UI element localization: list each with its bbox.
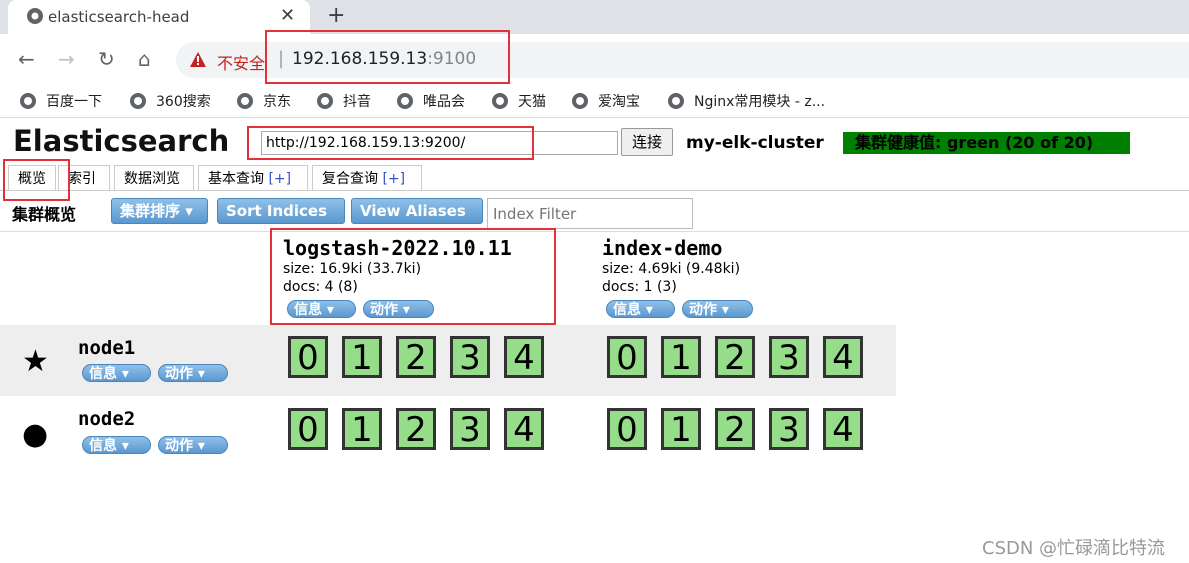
shard-box[interactable]: 2: [715, 336, 755, 378]
highlight-url-box: [265, 30, 510, 84]
shard-box[interactable]: 4: [823, 336, 863, 378]
cluster-name: my-elk-cluster: [686, 133, 824, 153]
shard-box[interactable]: 3: [769, 408, 809, 450]
shard-box[interactable]: 1: [342, 336, 382, 378]
index-info-button[interactable]: 信息 ▾: [606, 300, 675, 318]
bookmark-item[interactable]: 360搜索: [130, 91, 211, 111]
tab-divider: [0, 190, 1189, 191]
shard-box[interactable]: 3: [450, 408, 490, 450]
divider: [0, 231, 1189, 232]
node-name: node1: [78, 337, 136, 359]
divider: [0, 117, 1189, 118]
new-tab-icon[interactable]: +: [327, 3, 345, 28]
back-icon[interactable]: ←: [18, 47, 35, 71]
tab-compound-query[interactable]: 复合查询 [+]: [312, 165, 422, 191]
view-aliases-button[interactable]: View Aliases ▾: [351, 198, 483, 244]
globe-icon: [668, 93, 684, 109]
globe-icon: [492, 93, 508, 109]
bookmark-item[interactable]: 京东: [237, 91, 291, 111]
watermark: CSDN @忙碌滴比特流: [982, 538, 1166, 559]
close-tab-icon[interactable]: ✕: [280, 5, 295, 26]
highlight-index-box: [270, 228, 556, 325]
node-action-button[interactable]: 动作 ▾: [158, 436, 228, 454]
shard-box[interactable]: 4: [823, 408, 863, 450]
index-action-button[interactable]: 动作 ▾: [682, 300, 753, 318]
shard-box[interactable]: 1: [661, 408, 701, 450]
tab-basic-query[interactable]: 基本查询 [+]: [198, 165, 308, 191]
globe-icon: [130, 93, 146, 109]
node-info-button[interactable]: 信息 ▾: [82, 364, 151, 382]
shard-box[interactable]: 3: [450, 336, 490, 378]
index-name: index-demo: [602, 236, 723, 260]
shard-box[interactable]: 3: [769, 336, 809, 378]
globe-icon: [572, 93, 588, 109]
globe-icon: [237, 93, 253, 109]
highlight-cluster-url-box: [247, 126, 534, 160]
globe-icon: [20, 93, 36, 109]
connect-button[interactable]: 连接: [621, 128, 673, 156]
shard-box[interactable]: 2: [396, 336, 436, 378]
home-icon[interactable]: ⌂: [138, 47, 151, 71]
index-size: size: 4.69ki (9.48ki): [602, 261, 741, 277]
shard-box[interactable]: 2: [715, 408, 755, 450]
node-dot-icon: ●: [22, 417, 49, 452]
node-info-button[interactable]: 信息 ▾: [82, 436, 151, 454]
cluster-health-badge: 集群健康值: green (20 of 20): [843, 132, 1130, 154]
bookmark-item[interactable]: 天猫: [492, 91, 546, 111]
app-title: Elasticsearch: [13, 124, 230, 158]
tab-title: elasticsearch-head: [48, 8, 190, 26]
insecure-label[interactable]: 不安全: [217, 50, 265, 74]
globe-icon: [27, 8, 43, 24]
node-name: node2: [78, 408, 136, 430]
shard-box[interactable]: 0: [288, 408, 328, 450]
warning-icon[interactable]: [190, 52, 206, 67]
bookmark-item[interactable]: 爱淘宝: [572, 91, 640, 111]
bookmark-item[interactable]: Nginx常用模块 - z...: [668, 91, 825, 111]
bookmark-item[interactable]: 唯品会: [397, 91, 465, 111]
globe-icon: [317, 93, 333, 109]
shard-box[interactable]: 0: [607, 336, 647, 378]
highlight-overview-tab-box: [3, 159, 70, 201]
shard-box[interactable]: 0: [288, 336, 328, 378]
sort-cluster-button[interactable]: 集群排序 ▾: [111, 198, 208, 224]
node-action-button[interactable]: 动作 ▾: [158, 364, 228, 382]
tab-browser[interactable]: 数据浏览: [114, 165, 194, 191]
sort-indices-button[interactable]: Sort Indices ▾: [217, 198, 345, 244]
index-filter-input[interactable]: [487, 198, 693, 229]
forward-icon[interactable]: →: [58, 47, 75, 71]
overview-label: 集群概览: [12, 205, 77, 224]
shard-box[interactable]: 4: [504, 336, 544, 378]
reload-icon[interactable]: ↻: [98, 47, 115, 71]
shard-box[interactable]: 2: [396, 408, 436, 450]
index-docs: docs: 1 (3): [602, 279, 677, 295]
shard-box[interactable]: 0: [607, 408, 647, 450]
globe-icon: [397, 93, 413, 109]
bookmark-item[interactable]: 抖音: [317, 91, 371, 111]
node-row-background: [0, 325, 896, 396]
shard-box[interactable]: 1: [661, 336, 701, 378]
master-star-icon: ★: [22, 344, 49, 379]
shard-box[interactable]: 1: [342, 408, 382, 450]
shard-box[interactable]: 4: [504, 408, 544, 450]
bookmark-item[interactable]: 百度一下: [20, 91, 102, 111]
